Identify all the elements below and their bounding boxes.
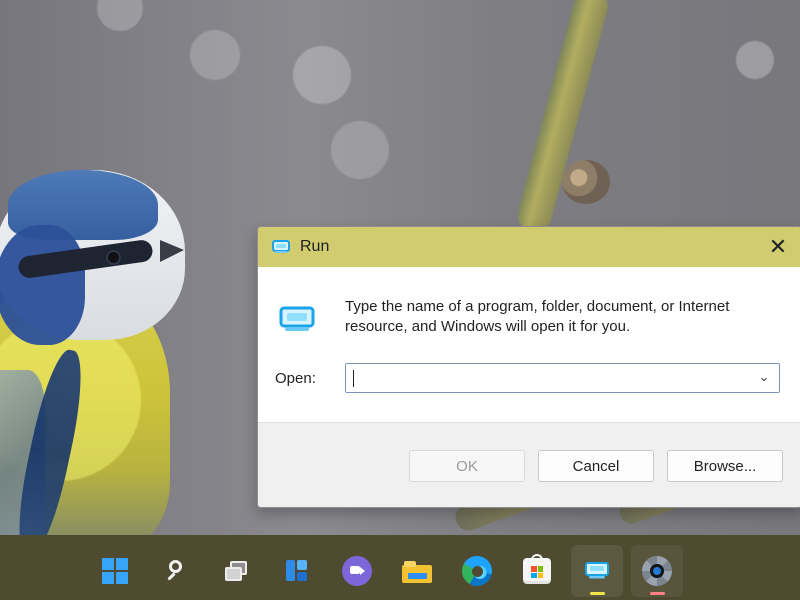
open-input[interactable] bbox=[354, 369, 758, 389]
chat-icon bbox=[340, 554, 374, 588]
taskbar bbox=[0, 535, 800, 600]
chevron-down-icon[interactable]: ⌄ bbox=[757, 370, 771, 384]
store-icon bbox=[520, 554, 554, 588]
dialog-description: Type the name of a program, folder, docu… bbox=[345, 298, 730, 335]
cancel-button[interactable]: Cancel bbox=[538, 450, 654, 482]
dialog-title: Run bbox=[300, 238, 330, 255]
bird-beak bbox=[160, 240, 184, 262]
dialog-upper-pane: Type the name of a program, folder, docu… bbox=[258, 267, 800, 422]
windows-icon bbox=[98, 554, 132, 588]
taskbar-run-button[interactable] bbox=[571, 545, 623, 597]
ok-button[interactable]: OK bbox=[409, 450, 525, 482]
active-indicator bbox=[649, 592, 665, 595]
edge-icon bbox=[460, 554, 494, 588]
dialog-content: Type the name of a program, folder, docu… bbox=[258, 267, 800, 507]
close-button[interactable]: ✕ bbox=[755, 227, 800, 267]
dialog-titlebar[interactable]: Run ✕ bbox=[258, 227, 800, 267]
bird-wallpaper bbox=[0, 170, 215, 560]
taskbar-file-explorer-button[interactable] bbox=[391, 545, 443, 597]
search-icon bbox=[160, 554, 194, 588]
close-icon: ✕ bbox=[768, 234, 788, 260]
folder-icon bbox=[400, 554, 434, 588]
taskbar-store-button[interactable] bbox=[511, 545, 563, 597]
run-icon bbox=[271, 239, 291, 255]
taskbar-chat-button[interactable] bbox=[331, 545, 383, 597]
widgets-icon bbox=[280, 554, 314, 588]
taskbar-edge-button[interactable] bbox=[451, 545, 503, 597]
taskbar-task-view-button[interactable] bbox=[211, 545, 263, 597]
run-icon bbox=[277, 305, 317, 335]
taskbar-search-button[interactable] bbox=[151, 545, 203, 597]
bird-collar bbox=[0, 225, 85, 345]
run-dialog: Run ✕ Type the name of a program, folder… bbox=[257, 226, 800, 508]
open-label: Open: bbox=[275, 370, 316, 387]
branch-knot bbox=[562, 160, 610, 204]
browse-button[interactable]: Browse... bbox=[667, 450, 783, 482]
settings-icon bbox=[640, 554, 674, 588]
active-indicator bbox=[589, 592, 605, 595]
bird-eye bbox=[108, 252, 119, 263]
task-view-icon bbox=[220, 554, 254, 588]
taskbar-widgets-button[interactable] bbox=[271, 545, 323, 597]
desktop: Run ✕ Type the name of a program, folder… bbox=[0, 0, 800, 600]
open-combobox[interactable]: ⌄ bbox=[345, 363, 780, 393]
taskbar-settings-button[interactable] bbox=[631, 545, 683, 597]
taskbar-start-button[interactable] bbox=[89, 545, 141, 597]
run-icon bbox=[580, 554, 614, 588]
text-caret bbox=[353, 370, 354, 387]
